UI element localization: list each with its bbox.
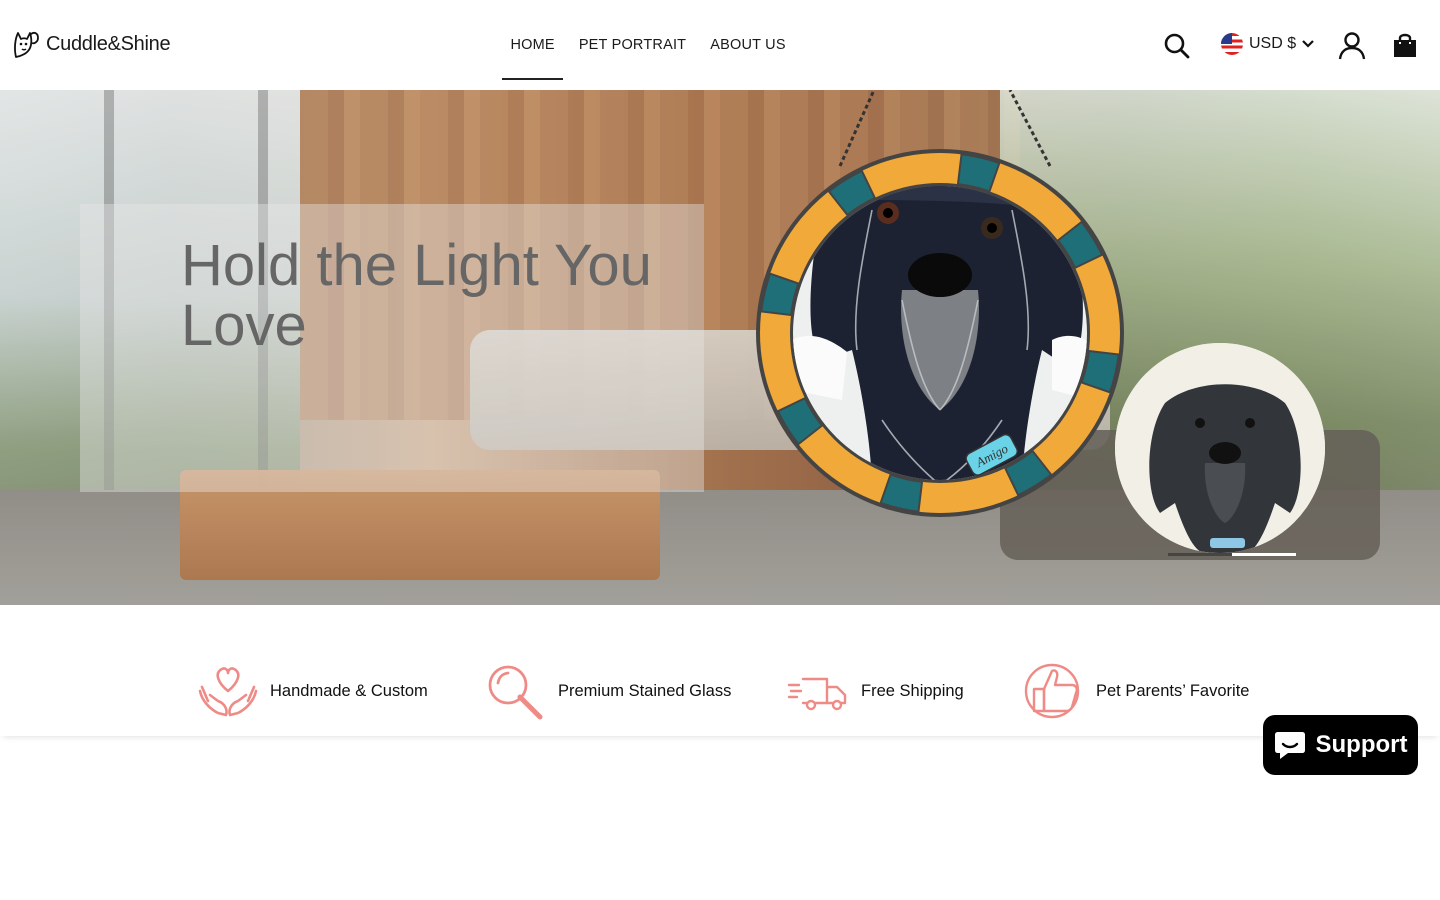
thumbs-up-icon (1024, 663, 1080, 719)
hero-text-card: Hold the Light You Love (80, 204, 704, 492)
site-header: Cuddle&Shine HOME PET PORTRAIT ABOUT US … (0, 0, 1440, 90)
hands-heart-icon (198, 667, 258, 717)
currency-selector[interactable]: USD $ (1221, 33, 1314, 55)
features-bar: Handmade & Custom Premium Stained Glass … (0, 605, 1440, 736)
stained-glass-ornament-image: Amigo (756, 90, 1124, 517)
us-flag-icon (1221, 33, 1243, 55)
delivery-truck-icon (787, 677, 847, 711)
feature-pet-parents-favorite: Pet Parents’ Favorite (1022, 661, 1249, 721)
search-icon (1164, 33, 1190, 59)
feature-label: Handmade & Custom (270, 681, 428, 700)
brand-name: Cuddle&Shine (46, 32, 171, 55)
nav-home[interactable]: HOME (502, 0, 564, 90)
account-button[interactable] (1338, 31, 1366, 61)
support-chat-button[interactable]: Support (1263, 715, 1418, 775)
feature-label: Premium Stained Glass (558, 681, 732, 700)
feature-label: Free Shipping (861, 681, 964, 700)
main-nav: HOME PET PORTRAIT ABOUT US (502, 0, 801, 90)
cart-button[interactable] (1392, 31, 1418, 59)
cart-icon (1394, 33, 1416, 57)
feature-premium-glass: Premium Stained Glass (484, 661, 731, 721)
feature-handmade: Handmade & Custom (196, 661, 428, 721)
nav-about-us[interactable]: ABOUT US (702, 0, 794, 90)
support-label: Support (1315, 731, 1408, 758)
brand-logo[interactable]: Cuddle&Shine (12, 29, 171, 59)
slider-dot-2[interactable] (1232, 553, 1296, 556)
slider-dot-1[interactable] (1168, 553, 1232, 556)
magnifier-icon (488, 665, 543, 720)
pet-photo-image (1115, 343, 1325, 553)
search-button[interactable] (1163, 32, 1191, 60)
feature-free-shipping: Free Shipping (787, 661, 964, 721)
chat-bubble-icon (1274, 732, 1305, 759)
account-icon (1338, 32, 1366, 60)
currency-label: USD $ (1249, 35, 1297, 52)
hero-title: Hold the Light You Love (181, 233, 652, 358)
cat-dog-logo-icon (14, 31, 39, 58)
nav-pet-portrait[interactable]: PET PORTRAIT (570, 0, 694, 90)
hero-slider-pagination (1168, 553, 1296, 556)
chevron-down-icon (1302, 40, 1314, 48)
hero-banner: Hold the Light You Love Amigo (0, 90, 1440, 605)
feature-label: Pet Parents’ Favorite (1096, 681, 1250, 700)
